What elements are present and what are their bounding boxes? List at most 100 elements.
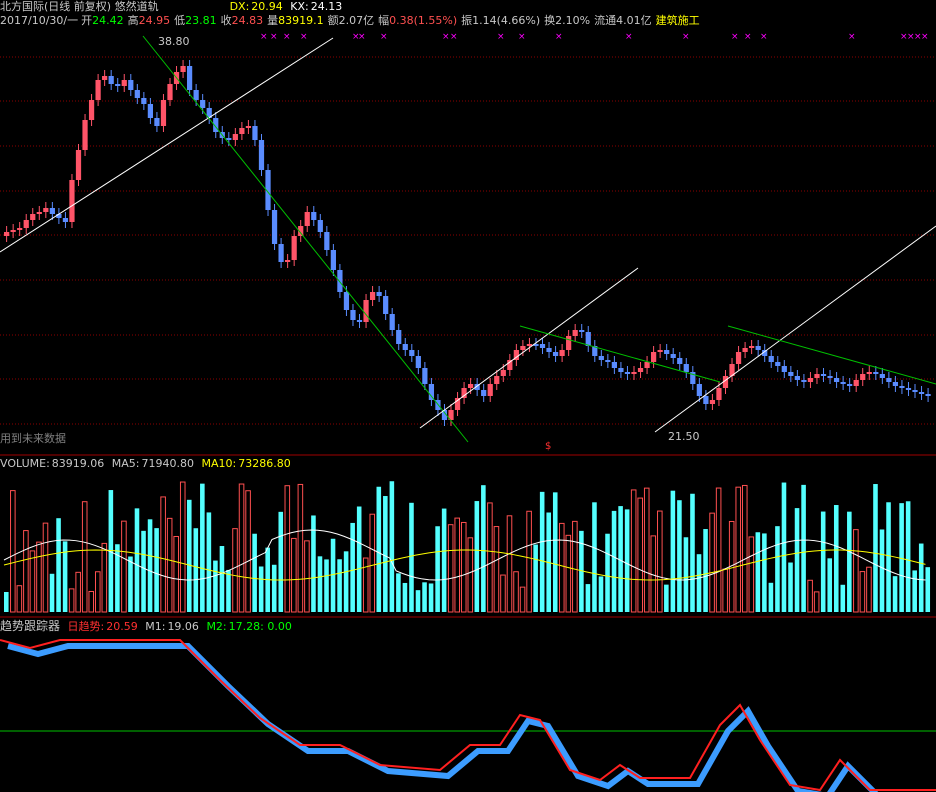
candle-body	[487, 384, 493, 396]
candle-body	[807, 378, 814, 382]
candle-body	[481, 390, 487, 396]
volume-bar	[154, 528, 159, 612]
candle-body	[866, 372, 872, 374]
signal-marker: ×	[731, 32, 739, 42]
volume-bar	[356, 506, 362, 612]
volume-label: VOLUME:	[0, 457, 50, 470]
candle-body	[121, 80, 127, 86]
signal-marker: ×	[270, 32, 278, 42]
volume-bar	[611, 510, 617, 612]
signal-dollar-mark: $	[545, 441, 552, 452]
candle-body	[108, 76, 114, 84]
volume-bar	[794, 508, 800, 612]
candle-body	[892, 382, 899, 386]
volume-bar	[284, 485, 291, 613]
volume-bar	[441, 508, 447, 612]
candle-body	[258, 140, 265, 170]
volume-bar	[81, 501, 88, 613]
volume-bar	[179, 481, 186, 613]
volume-bar	[925, 567, 931, 612]
candle-body	[278, 244, 284, 262]
candle-body	[566, 336, 572, 350]
candle-body	[709, 400, 716, 404]
volume-bar	[833, 505, 839, 612]
candle-body	[840, 382, 846, 384]
chart-canvas[interactable]: × × × × ×× × × × × × × × × × × × × × × × ×	[0, 0, 936, 792]
volume-bar	[506, 515, 513, 613]
volume-bar	[258, 566, 264, 612]
candle-body	[788, 372, 794, 376]
trend-blue-band	[7, 643, 879, 792]
day-trend-label: 日趋势:	[67, 620, 105, 633]
m1-value: 19.06	[167, 620, 199, 633]
volume-bar	[454, 517, 461, 613]
volume-bar	[624, 509, 630, 612]
candle-body	[285, 260, 291, 262]
candle-body	[402, 344, 408, 350]
candle-body	[494, 376, 500, 384]
volume-header: VOLUME: 83919.06 MA5: 71940.80 MA10: 73286.…	[0, 457, 295, 471]
candle-body	[383, 296, 389, 314]
candle-body	[696, 384, 702, 396]
candle-body	[605, 360, 611, 362]
volume-bar	[68, 588, 75, 613]
volume-bar	[121, 520, 127, 613]
volume-bar	[245, 490, 251, 613]
candle-body	[552, 352, 559, 356]
candle-body	[160, 100, 167, 126]
volume-bar	[533, 544, 538, 612]
volume-bar	[147, 519, 153, 612]
extra-value: : 0.00	[260, 620, 292, 633]
candle-body	[396, 330, 402, 344]
volume-bar	[788, 562, 793, 612]
candle-body	[781, 366, 787, 372]
candle-body	[611, 362, 618, 368]
volume-bar	[330, 538, 336, 612]
candle-body	[167, 84, 173, 100]
volume-bar	[683, 537, 689, 612]
candle-body	[716, 388, 722, 400]
candle-body	[95, 80, 101, 100]
candle-body	[350, 310, 356, 320]
volume-bar	[493, 526, 500, 613]
volume-bar	[186, 499, 192, 612]
candle-body	[814, 374, 820, 378]
volume-bar	[213, 560, 218, 612]
low-price-marker: 21.50	[668, 430, 700, 443]
volume-bar	[238, 483, 245, 613]
m2-value: 17.28	[228, 620, 261, 633]
volume-bar	[232, 528, 238, 613]
signal-marker: ×	[442, 32, 450, 42]
candle-body	[180, 66, 186, 72]
volume-bar	[605, 533, 610, 612]
volume-bar	[677, 500, 682, 612]
volume-bar	[703, 529, 708, 612]
volume-bar	[722, 568, 728, 613]
volume-bar	[428, 583, 434, 612]
volume-bar	[160, 496, 166, 613]
volume-bar	[389, 481, 395, 612]
candle-body	[88, 100, 95, 120]
volume-bar	[879, 529, 885, 612]
candle-body	[833, 378, 840, 382]
candle-body	[683, 364, 689, 372]
candle-body	[186, 66, 193, 90]
candle-body	[742, 348, 748, 352]
resistance-trendline	[142, 35, 469, 443]
volume-bar	[396, 573, 401, 612]
volume-bar	[376, 486, 382, 612]
candle-body	[232, 134, 238, 140]
candle-body	[539, 344, 546, 348]
candle-body	[670, 354, 676, 358]
volume-bar	[859, 571, 866, 613]
volume-bar	[813, 591, 820, 613]
volume-bar	[415, 590, 421, 612]
volume-bar	[847, 511, 852, 612]
volume-bar	[892, 576, 898, 612]
candle-body	[657, 350, 663, 352]
signal-marker: ×	[744, 32, 752, 42]
candle-body	[899, 386, 905, 388]
signal-marker: ×	[518, 32, 526, 42]
candle-body	[324, 232, 330, 250]
volume-bar	[807, 579, 813, 613]
